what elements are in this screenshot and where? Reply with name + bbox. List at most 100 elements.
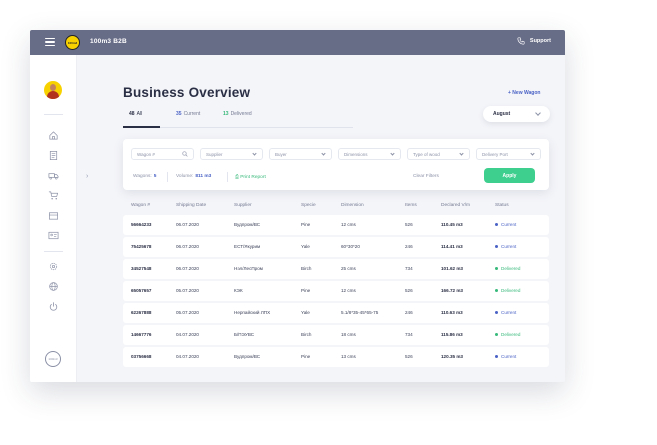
status-badge: Delivered (495, 288, 520, 293)
status-dot-icon (495, 245, 498, 248)
cell-supplier: ЕСТ/Якурим (234, 244, 261, 249)
cell-volume: 110.45 m3 (441, 222, 463, 227)
globe-icon[interactable] (48, 281, 59, 292)
table-row[interactable]: 14667776 04.07.2020 Б/ПЭУВС Birch 18 cms 734 1… (123, 325, 549, 345)
chevron-down-icon (390, 150, 395, 156)
table-row[interactable]: 65057657 05.07.2020 КЭК Pine 12 cms 526 166.72… (123, 281, 549, 301)
footer-logo[interactable]: 100m3 (45, 351, 61, 367)
print-report-label: Print Report (240, 175, 266, 180)
brand-logo[interactable]: 100m3 (65, 35, 80, 50)
column-header[interactable]: Dimension (341, 203, 364, 208)
cell-date: 04.07.2020 (176, 354, 199, 359)
avatar[interactable] (44, 81, 62, 99)
cell-date: 04.07.2020 (176, 332, 199, 337)
menu-icon[interactable] (45, 38, 55, 46)
cell-dimension: 60*30*20 (341, 244, 360, 249)
chevron-down-icon (530, 150, 535, 156)
supplier-select-label: Supplier (206, 152, 223, 157)
table-row[interactable]: 34527548 06.07.2020 Нэл/ЛесПром Birch 25 cms… (123, 259, 549, 279)
sidebar: 100m3 (30, 55, 77, 382)
table-row[interactable]: 03756668 04.07.2020 Вудпром/ВС Pine 13 cms 52… (123, 347, 549, 367)
tab-label: Current (183, 111, 201, 117)
top-bar: 100m3 100m3 B2B Support (30, 30, 565, 55)
column-header[interactable]: Wagon # (131, 203, 150, 208)
status-label: Current (501, 222, 517, 227)
cell-wagon: 65057657 (131, 288, 152, 293)
cell-date: 06.07.2020 (176, 222, 199, 227)
month-select-value: August (493, 111, 511, 117)
tab-count: 13 (223, 111, 229, 117)
cell-items: 734 (405, 332, 413, 337)
buyer-select[interactable]: Buyer (269, 148, 332, 160)
delivery-port-select-label: Delivery Port (482, 152, 508, 157)
summary-divider (167, 172, 168, 182)
volume-value: 811 m3 (195, 174, 212, 179)
apply-button[interactable]: Apply (484, 168, 535, 183)
type-of-wood-select-label: Type of wood (413, 152, 440, 157)
column-header[interactable]: Items (405, 203, 417, 208)
wagons-summary: Wagons: 5 (133, 174, 156, 179)
settings-icon[interactable] (48, 261, 59, 272)
status-badge: Current (495, 310, 516, 315)
home-icon[interactable] (48, 130, 59, 141)
cell-dimension: 12 cms (341, 288, 356, 293)
filter-panel: Wagon # Supplier Buyer Dimensions Type o… (123, 139, 549, 190)
tab-delivered[interactable]: 13 Delivered (223, 111, 252, 117)
delivery-port-select[interactable]: Delivery Port (476, 148, 541, 160)
tab-all[interactable]: 48 All (129, 111, 142, 117)
chevron-right-icon[interactable]: › (86, 173, 88, 180)
new-wagon-button[interactable]: + New Wagon (508, 90, 540, 96)
cell-specie: Yale (301, 310, 310, 315)
status-dot-icon (495, 355, 498, 358)
column-header[interactable]: Specie (301, 203, 316, 208)
cell-date: 05.07.2020 (176, 288, 199, 293)
cell-volume: 166.72 m3 (441, 288, 463, 293)
month-select[interactable]: August (483, 106, 550, 122)
app-title: 100m3 B2B (90, 38, 127, 45)
status-tabs: 48 All 35 Current 13 Delivered (123, 107, 353, 128)
table-row[interactable]: 62267888 05.07.2020 Нерпайский ЛПХ Yale 5.1/… (123, 303, 549, 323)
cell-supplier: КЭК (234, 288, 243, 293)
clear-filters-button[interactable]: Clear Filters (413, 174, 439, 179)
cell-volume: 120.35 m3 (441, 354, 463, 359)
volume-label: Volume: (176, 174, 194, 179)
id-card-icon[interactable] (48, 230, 59, 241)
cell-volume: 115.86 m3 (441, 332, 463, 337)
column-header[interactable]: Supplier (234, 203, 252, 208)
column-header[interactable]: Status (495, 203, 509, 208)
buyer-select-label: Buyer (275, 152, 287, 157)
status-label: Current (501, 244, 517, 249)
cell-specie: Birch (301, 266, 312, 271)
cell-wagon: 56664233 (131, 222, 152, 227)
cell-supplier: Б/ПЭУВС (234, 332, 255, 337)
cell-items: 526 (405, 288, 413, 293)
document-icon[interactable] (48, 150, 59, 161)
supplier-select[interactable]: Supplier (200, 148, 263, 160)
cell-supplier: Нэл/ЛесПром (234, 266, 263, 271)
cell-specie: Pine (301, 222, 311, 227)
wagon-search-input[interactable]: Wagon # (131, 148, 194, 160)
cell-date: 06.07.2020 (176, 266, 199, 271)
type-of-wood-select[interactable]: Type of wood (407, 148, 470, 160)
cell-items: 526 (405, 354, 413, 359)
support-link[interactable]: Support (517, 37, 551, 45)
cell-specie: Pine (301, 354, 311, 359)
table-row[interactable]: 56664233 06.07.2020 Вудпром/ВС Pine 12 cms 52… (123, 215, 549, 235)
dimensions-select[interactable]: Dimensions (338, 148, 401, 160)
table-row[interactable]: 75425678 06.07.2020 ЕСТ/Якурим Yale 60*30*20… (123, 237, 549, 257)
cart-icon[interactable] (48, 190, 59, 201)
tab-current[interactable]: 35 Current (176, 111, 200, 117)
cell-dimension: 25 cms (341, 266, 356, 271)
box-icon[interactable] (48, 210, 59, 221)
status-badge: Delivered (495, 332, 520, 337)
status-dot-icon (495, 289, 498, 292)
cell-items: 246 (405, 310, 413, 315)
power-icon[interactable] (48, 301, 59, 312)
print-report-button[interactable]: ⎙ Print Report (235, 174, 266, 180)
dimensions-select-label: Dimensions (344, 152, 368, 157)
truck-icon[interactable] (48, 170, 59, 181)
status-label: Delivered (501, 266, 521, 271)
column-header[interactable]: Shipping Date (176, 203, 206, 208)
status-badge: Current (495, 354, 516, 359)
column-header[interactable]: Declared V/m (441, 203, 470, 208)
